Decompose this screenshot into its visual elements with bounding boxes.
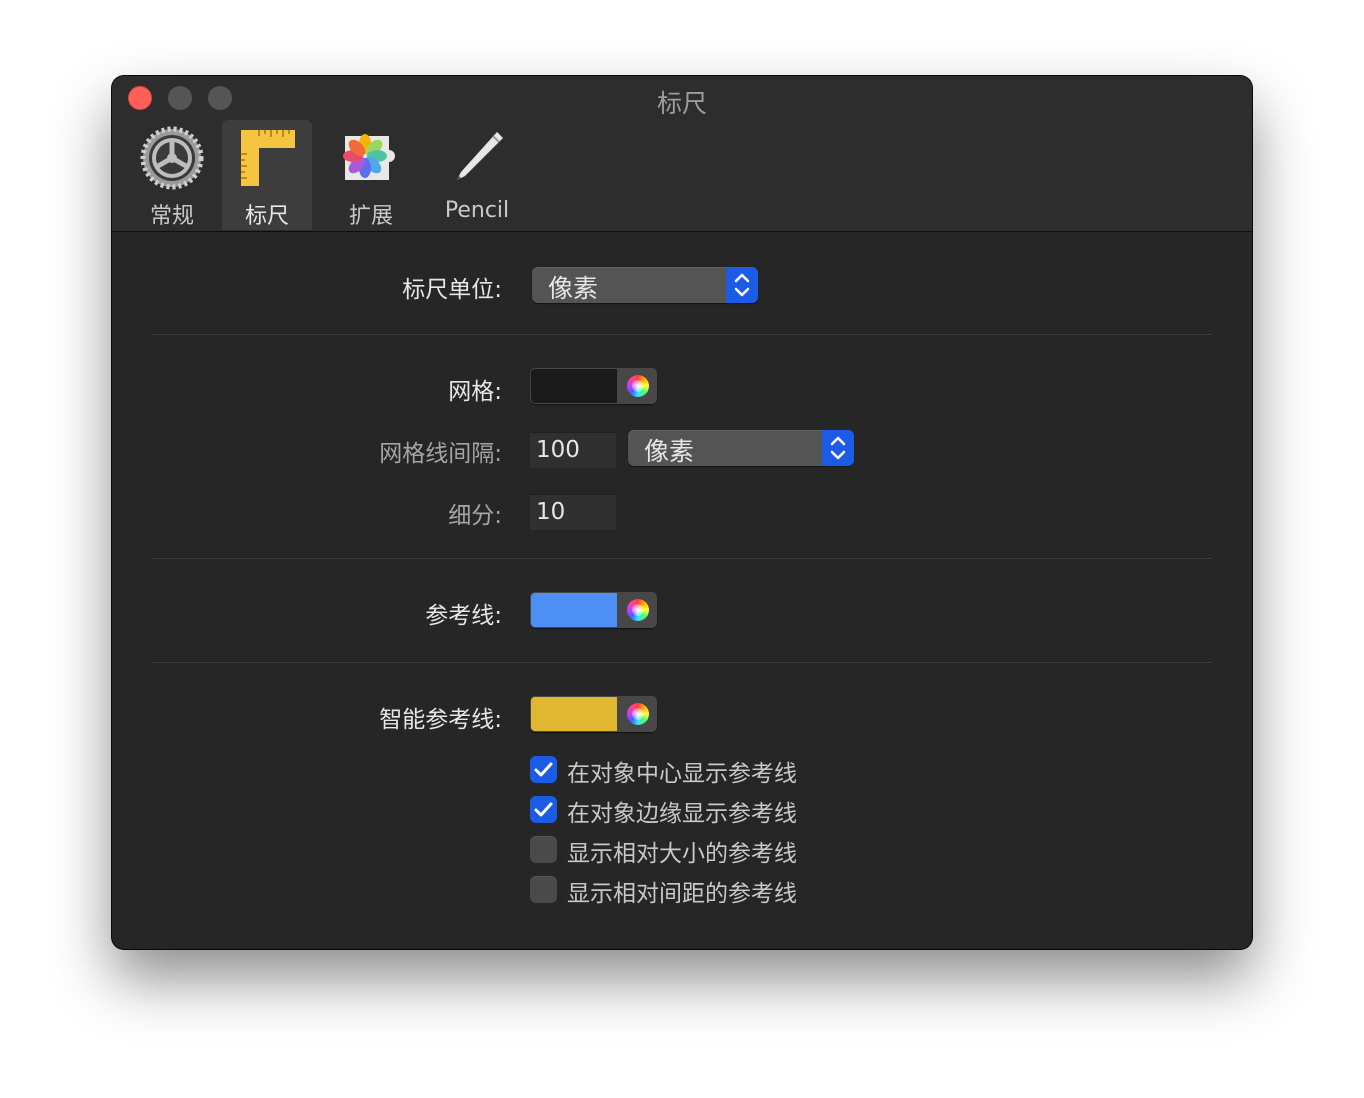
checkmark-icon [534, 802, 553, 817]
tab-label: Pencil [444, 198, 510, 223]
guides-label: 参考线: [425, 603, 502, 629]
separator [152, 662, 1212, 663]
popup-stepper [726, 267, 758, 303]
smart-guides-color-swatch [531, 697, 617, 731]
popup-value: 像素 [644, 437, 695, 466]
separator [152, 334, 1212, 335]
grid-color-well[interactable] [530, 368, 657, 404]
titlebar: 标尺 常规 标尺 扩展 Pencil [112, 76, 1252, 232]
gear-icon [140, 126, 204, 190]
guides-color-well[interactable] [530, 592, 657, 628]
grid-color-swatch [531, 369, 617, 403]
tab-pencil[interactable]: Pencil [432, 120, 522, 230]
subdivision-field[interactable]: 10 [530, 494, 616, 530]
grid-spacing-unit-popup[interactable]: 像素 [628, 430, 854, 466]
relative-spacing-guides-label[interactable]: 显示相对间距的参考线 [567, 874, 797, 908]
separator [152, 558, 1212, 559]
popup-value: 像素 [548, 274, 599, 303]
subdivision-label: 细分: [448, 503, 502, 529]
ruler-units-label: 标尺单位: [402, 277, 502, 303]
smart-guides-label: 智能参考线: [379, 707, 502, 733]
tab-extensions[interactable]: 扩展 [326, 120, 416, 230]
checkmark-icon [534, 762, 553, 777]
grid-spacing-field[interactable]: 100 [530, 432, 616, 468]
ruler-units-popup[interactable]: 像素 [532, 267, 758, 303]
color-wheel-icon[interactable] [627, 375, 649, 397]
grid-spacing-label: 网格线间隔: [379, 441, 502, 467]
window-title: 标尺 [656, 89, 707, 118]
edge-guides-label[interactable]: 在对象边缘显示参考线 [567, 794, 797, 828]
color-wheel-icon[interactable] [627, 703, 649, 725]
smart-guides-color-well[interactable] [530, 696, 657, 732]
chevron-up-down-icon [830, 436, 846, 460]
edge-guides-checkbox[interactable] [530, 796, 557, 823]
grid-label: 网格: [448, 379, 502, 405]
tab-label: 标尺 [244, 204, 289, 229]
tab-label: 扩展 [348, 204, 393, 229]
tab-ruler[interactable]: 标尺 [222, 120, 312, 230]
chevron-up-down-icon [734, 273, 750, 297]
relative-size-guides-label[interactable]: 显示相对大小的参考线 [567, 834, 797, 868]
relative-size-guides-checkbox[interactable] [530, 836, 557, 863]
ruler-icon [241, 130, 295, 186]
tab-general[interactable]: 常规 [128, 120, 216, 230]
preferences-window: 标尺 常规 标尺 扩展 Pencil 标尺单位: 像素 网格: 网格线间隔: 1… [112, 76, 1252, 949]
center-guides-label[interactable]: 在对象中心显示参考线 [567, 754, 797, 788]
center-guides-checkbox[interactable] [530, 756, 557, 783]
guides-color-swatch [531, 593, 617, 627]
extensions-puzzle-icon [343, 134, 395, 180]
color-wheel-icon[interactable] [627, 599, 649, 621]
tab-label: 常规 [149, 204, 194, 229]
pencil-icon [457, 132, 503, 180]
relative-spacing-guides-checkbox[interactable] [530, 876, 557, 903]
popup-stepper [822, 430, 854, 466]
